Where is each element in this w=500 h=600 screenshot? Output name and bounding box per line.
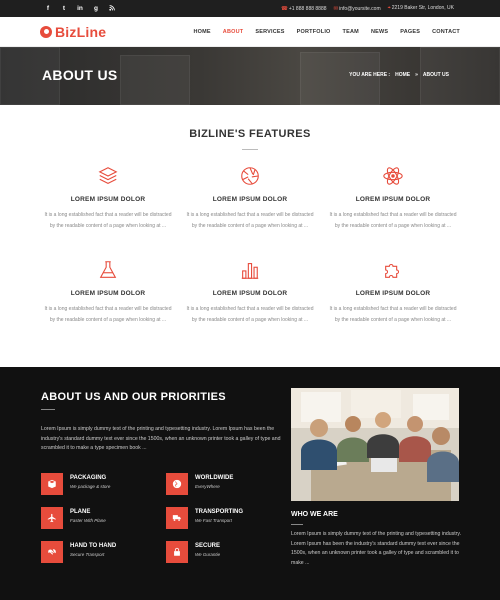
feature-title: LOREM IPSUM DOLOR [212, 290, 288, 297]
breadcrumb: YOU ARE HERE : HOME » ABOUT US [349, 72, 449, 78]
globe-icon [166, 473, 188, 495]
plane-icon [41, 507, 63, 529]
service-title: HAND TO HAND [70, 543, 117, 549]
service-hand-to-hand[interactable]: HAND TO HAND Secure Transport [41, 541, 156, 563]
service-title: PACKAGING [70, 475, 107, 481]
nav-news[interactable]: NEWS [371, 29, 388, 35]
team-photo [291, 388, 459, 501]
phone-icon: ☎ [280, 5, 288, 12]
site-header: BizLine HOME ABOUT SERVICES PORTFOLIO TE… [0, 17, 500, 47]
feature-card: LOREM IPSUM DOLOR It is a long establish… [43, 259, 173, 325]
bar-chart-icon [239, 259, 261, 281]
main-nav: HOME ABOUT SERVICES PORTFOLIO TEAM NEWS … [193, 29, 460, 35]
feature-title: LOREM IPSUM DOLOR [212, 196, 288, 203]
box-icon [41, 473, 63, 495]
service-subtitle: Faster With Plane [70, 518, 106, 523]
feature-text: It is a long established fact that a rea… [186, 306, 314, 323]
service-plane[interactable]: PLANE Faster With Plane [41, 507, 156, 529]
feature-text: It is a long established fact that a rea… [329, 306, 457, 323]
about-title: ABOUT US AND OUR PRIORITIES [41, 391, 226, 403]
features-title: BIZLINE'S FEATURES [189, 128, 311, 140]
breadcrumb-home[interactable]: HOME [395, 72, 410, 78]
phone-item[interactable]: ☎+1 888 888 8888 [281, 6, 327, 12]
service-subtitle: We Fast Transport [195, 518, 232, 523]
atom-icon [382, 165, 404, 187]
nav-about[interactable]: ABOUT [223, 29, 244, 35]
envelope-icon: ✉ [333, 5, 339, 12]
service-transporting[interactable]: TRANSPORTING We Fast Transport [166, 507, 281, 529]
nav-services[interactable]: SERVICES [255, 29, 284, 35]
breadcrumb-separator: » [415, 72, 418, 78]
feature-text: It is a long established fact that a rea… [186, 212, 314, 229]
puzzle-icon [382, 259, 404, 281]
phone-text: +1 888 888 8888 [288, 5, 327, 12]
nav-portfolio[interactable]: PORTFOLIO [297, 29, 331, 35]
service-title: TRANSPORTING [195, 509, 243, 515]
page-title: ABOUT US [42, 67, 118, 83]
about-text: Lorem Ipsum is simply dummy text of the … [41, 426, 281, 451]
feature-card: LOREM IPSUM DOLOR It is a long establish… [185, 259, 315, 325]
social-links: f t in g [44, 5, 116, 13]
linkedin-icon[interactable]: in [76, 5, 84, 13]
lock-icon [166, 541, 188, 563]
nav-team[interactable]: TEAM [343, 29, 359, 35]
service-subtitle: EveryWhere [195, 484, 220, 489]
nav-home[interactable]: HOME [193, 29, 210, 35]
service-subtitle: We Gurantie [195, 552, 221, 557]
layers-icon [97, 165, 119, 187]
email-item[interactable]: ✉info@yoursite.com [334, 6, 381, 12]
twitter-icon[interactable]: t [60, 5, 68, 13]
background-window [300, 52, 380, 105]
service-title: SECURE [195, 543, 221, 549]
facebook-icon[interactable]: f [44, 5, 52, 13]
feature-text: It is a long established fact that a rea… [44, 212, 172, 229]
feature-text: It is a long established fact that a rea… [44, 306, 172, 323]
who-we-are-text: Lorem Ipsum is simply dummy text of the … [291, 531, 462, 566]
logo[interactable]: BizLine [40, 24, 106, 40]
service-worldwide[interactable]: WORLDWIDE EveryWhere [166, 473, 281, 495]
service-subtitle: Secure Transport [70, 552, 105, 557]
map-marker-icon: ⌖ [387, 5, 391, 11]
who-we-are-title: WHO WE ARE [291, 511, 338, 518]
truck-icon [166, 507, 188, 529]
about-section: ABOUT US AND OUR PRIORITIES Lorem Ipsum … [0, 367, 500, 600]
feature-title: LOREM IPSUM DOLOR [70, 290, 146, 297]
feature-card: LOREM IPSUM DOLOR It is a long establish… [328, 259, 458, 325]
address-text: 2219 Baker Str, London, UK [391, 5, 454, 11]
feature-title: LOREM IPSUM DOLOR [355, 196, 431, 203]
feature-card: LOREM IPSUM DOLOR It is a long establish… [328, 165, 458, 231]
aperture-icon [239, 165, 261, 187]
top-bar: f t in g ☎+1 888 888 8888 ✉info@yoursite… [0, 0, 500, 17]
feature-title: LOREM IPSUM DOLOR [70, 196, 146, 203]
breadcrumb-prefix: YOU ARE HERE : [349, 72, 391, 78]
feature-title: LOREM IPSUM DOLOR [355, 290, 431, 297]
feature-text: It is a long established fact that a rea… [329, 212, 457, 229]
email-text: info@yoursite.com [339, 5, 381, 12]
service-title: WORLDWIDE [195, 475, 234, 481]
service-title: PLANE [70, 509, 91, 515]
feature-card: LOREM IPSUM DOLOR It is a long establish… [43, 165, 173, 231]
address-item: ⌖2219 Baker Str, London, UK [388, 5, 454, 12]
breadcrumb-current: ABOUT US [422, 72, 449, 78]
logo-mark-icon [40, 25, 52, 38]
service-secure[interactable]: SECURE We Gurantie [166, 541, 281, 563]
background-window [120, 55, 190, 105]
feature-card: LOREM IPSUM DOLOR It is a long establish… [185, 165, 315, 231]
nav-contact[interactable]: CONTACT [432, 29, 460, 35]
google-plus-icon[interactable]: g [92, 5, 100, 13]
title-divider [242, 149, 258, 150]
flask-icon [97, 259, 119, 281]
contact-info: ☎+1 888 888 8888 ✉info@yoursite.com ⌖221… [281, 5, 454, 12]
who-we-are-divider [291, 524, 303, 525]
logo-text: BizLine [55, 23, 107, 40]
service-packaging[interactable]: PACKAGING We package & store [41, 473, 156, 495]
handshake-icon [41, 541, 63, 563]
service-subtitle: We package & store [70, 484, 111, 489]
nav-pages[interactable]: PAGES [400, 29, 420, 35]
about-title-divider [41, 409, 55, 410]
page-hero: ABOUT US YOU ARE HERE : HOME » ABOUT US [0, 47, 500, 105]
rss-icon[interactable] [108, 4, 116, 13]
